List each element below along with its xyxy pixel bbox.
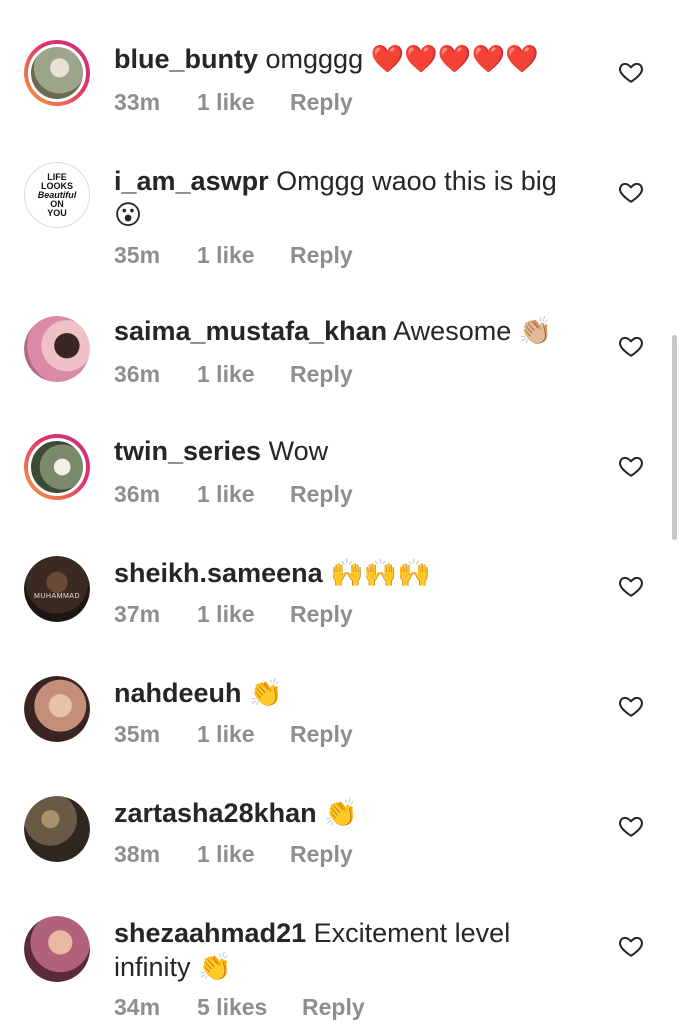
comment-body: Wow xyxy=(261,436,329,466)
avatar[interactable] xyxy=(24,316,90,382)
comment-username[interactable]: nahdeeuh xyxy=(114,678,242,708)
comment-text: zartasha28khan 👏 xyxy=(114,796,594,831)
comment-likes[interactable]: 1 like xyxy=(197,601,255,628)
heart-outline-icon[interactable] xyxy=(618,933,644,959)
comment-body: Omggg waoo this is big xyxy=(268,166,557,196)
comment-emoji: 🙌🙌🙌 xyxy=(330,558,431,589)
comment-time: 34m xyxy=(114,994,161,1020)
comment-emoji: ❤️❤️❤️❤️❤️ xyxy=(370,44,539,75)
comment-emoji: 👏🏼 xyxy=(518,316,553,347)
comment-item: nahdeeuh 👏 35m 1 like Reply xyxy=(0,674,679,774)
comment-emoji: 😮 xyxy=(114,200,143,231)
reply-button[interactable]: Reply xyxy=(290,89,353,116)
comment-username[interactable]: saima_mustafa_khan xyxy=(114,316,387,346)
comment-likes[interactable]: 1 like xyxy=(197,721,255,748)
reply-button[interactable]: Reply xyxy=(302,994,365,1021)
comment-time: 36m xyxy=(114,361,161,387)
comment-body xyxy=(323,558,331,588)
comment-body xyxy=(317,798,325,828)
heart-outline-icon[interactable] xyxy=(618,813,644,839)
comment-time: 35m xyxy=(114,242,161,268)
heart-outline-icon[interactable] xyxy=(618,59,644,85)
comment-emoji: 👏 xyxy=(324,798,358,829)
heart-outline-icon[interactable] xyxy=(618,573,644,599)
comment-text: nahdeeuh 👏 xyxy=(114,676,594,711)
scrollbar[interactable] xyxy=(672,335,677,540)
comment-username[interactable]: zartasha28khan xyxy=(114,798,317,828)
avatar[interactable] xyxy=(24,916,90,982)
reply-button[interactable]: Reply xyxy=(290,242,353,269)
reply-button[interactable]: Reply xyxy=(290,721,353,748)
reply-button[interactable]: Reply xyxy=(290,361,353,388)
comment-likes[interactable]: 1 like xyxy=(197,841,255,868)
comment-likes[interactable]: 1 like xyxy=(197,89,255,116)
comment-username[interactable]: twin_series xyxy=(114,436,261,466)
comment-time: 35m xyxy=(114,721,161,747)
comment-time: 33m xyxy=(114,89,161,115)
avatar[interactable] xyxy=(24,434,90,500)
heart-outline-icon[interactable] xyxy=(618,333,644,359)
comment-likes[interactable]: 1 like xyxy=(197,361,255,388)
avatar[interactable] xyxy=(24,796,90,862)
comment-text: twin_series Wow xyxy=(114,434,594,468)
comment-likes[interactable]: 5 likes xyxy=(197,994,267,1021)
comment-item: blue_bunty omgggg ❤️❤️❤️❤️❤️ 33m 1 like … xyxy=(0,36,679,146)
comment-list: blue_bunty omgggg ❤️❤️❤️❤️❤️ 33m 1 like … xyxy=(0,0,679,1024)
comment-body: Awesome xyxy=(387,316,519,346)
comment-item: shezaahmad21 Excitement level infinity 👏… xyxy=(0,914,679,1024)
reply-button[interactable]: Reply xyxy=(290,601,353,628)
comment-username[interactable]: i_am_aswpr xyxy=(114,166,269,196)
comment-item: MUHAMMAD sheikh.sameena 🙌🙌🙌 37m 1 like R… xyxy=(0,554,679,654)
comment-text: shezaahmad21 Excitement level infinity 👏 xyxy=(114,916,584,985)
heart-outline-icon[interactable] xyxy=(618,453,644,479)
heart-outline-icon[interactable] xyxy=(618,179,644,205)
comment-username[interactable]: sheikh.sameena xyxy=(114,558,323,588)
comment-text: blue_bunty omgggg ❤️❤️❤️❤️❤️ xyxy=(114,42,594,77)
avatar[interactable]: MUHAMMAD xyxy=(24,556,90,622)
comment-time: 37m xyxy=(114,601,161,627)
reply-button[interactable]: Reply xyxy=(290,841,353,868)
heart-outline-icon[interactable] xyxy=(618,693,644,719)
comment-time: 38m xyxy=(114,841,161,867)
avatar-logo-text: MUHAMMAD xyxy=(34,592,80,600)
avatar[interactable]: LIFE LOOKS Beautiful ON YOU xyxy=(24,162,90,228)
reply-button[interactable]: Reply xyxy=(290,481,353,508)
comment-emoji: 👏 xyxy=(249,678,283,709)
comment-body xyxy=(242,678,250,708)
comment-body: omgggg xyxy=(258,44,371,74)
comment-emoji: 👏 xyxy=(198,952,232,983)
comment-text: sheikh.sameena 🙌🙌🙌 xyxy=(114,556,594,591)
avatar[interactable] xyxy=(24,676,90,742)
comment-item: saima_mustafa_khan Awesome 👏🏼 36m 1 like… xyxy=(0,314,679,414)
comment-text: saima_mustafa_khan Awesome 👏🏼 xyxy=(114,314,594,349)
avatar-logo-text: LIFE LOOKS Beautiful ON YOU xyxy=(37,171,77,218)
comment-username[interactable]: blue_bunty xyxy=(114,44,258,74)
comment-item: zartasha28khan 👏 38m 1 like Reply xyxy=(0,794,679,894)
comment-text: i_am_aswpr Omggg waoo this is big 😮 xyxy=(114,164,584,233)
avatar[interactable] xyxy=(24,40,90,106)
comment-item: twin_series Wow 36m 1 like Reply xyxy=(0,434,679,534)
comment-username[interactable]: shezaahmad21 xyxy=(114,918,306,948)
comment-likes[interactable]: 1 like xyxy=(197,242,255,269)
comment-time: 36m xyxy=(114,481,161,507)
comment-item: LIFE LOOKS Beautiful ON YOU i_am_aswpr Omggg… xyxy=(0,160,679,280)
comment-likes[interactable]: 1 like xyxy=(197,481,255,508)
